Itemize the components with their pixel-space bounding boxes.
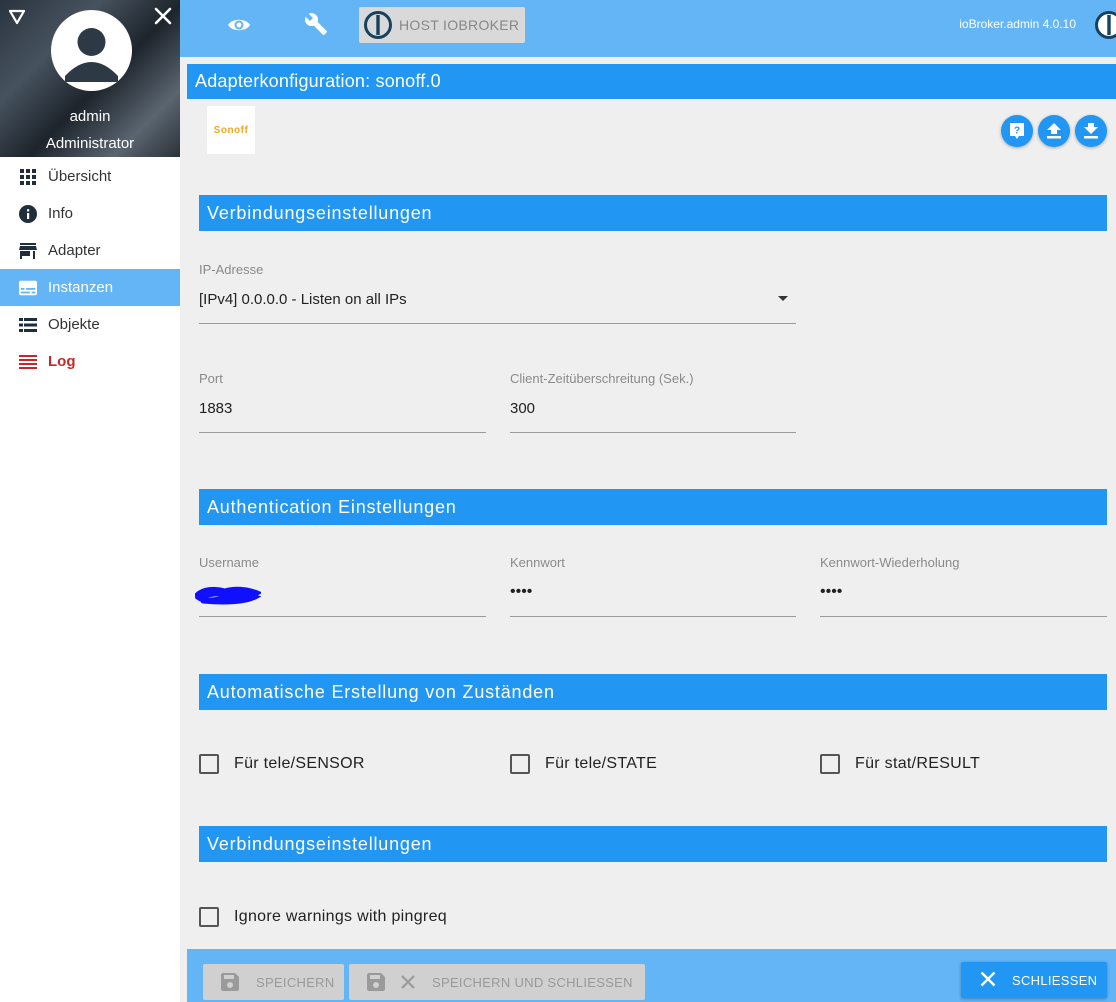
- info-icon: [19, 204, 37, 223]
- top-bar: HOST IOBROKER ioBroker.admin 4.0.10: [180, 0, 1116, 57]
- checkbox-box[interactable]: [199, 754, 219, 774]
- checkbox-ignore-pingreq[interactable]: Ignore warnings with pingreq: [199, 907, 447, 927]
- log-lines-icon: [19, 353, 37, 371]
- timeout-input[interactable]: 300: [510, 400, 535, 417]
- host-button-label: HOST IOBROKER: [399, 17, 520, 33]
- password-repeat-input[interactable]: ••••: [820, 583, 842, 601]
- close-icon: [398, 972, 418, 992]
- checkbox-label: Ignore warnings with pingreq: [234, 908, 447, 925]
- host-selector-button[interactable]: HOST IOBROKER: [359, 7, 525, 43]
- list-icon: [19, 316, 37, 334]
- apps-grid-icon: [19, 168, 37, 186]
- sidebar-item-instances[interactable]: Instanzen: [0, 269, 180, 306]
- checkbox-label: Für tele/SENSOR: [234, 755, 365, 772]
- password-underline: [510, 616, 796, 617]
- redacted-username-scribble[interactable]: [195, 585, 261, 605]
- save-button[interactable]: SPEICHERN: [203, 964, 344, 1000]
- save-button-label: SPEICHERN: [256, 974, 335, 990]
- user-name: admin: [69, 108, 111, 125]
- ip-address-underline: [199, 323, 796, 324]
- timeout-underline: [510, 432, 796, 433]
- iobroker-logo-icon: [364, 11, 392, 39]
- checkbox-stat-result[interactable]: Für stat/RESULT: [820, 754, 980, 774]
- iobroker-logo-icon: [1095, 11, 1116, 39]
- store-icon: [19, 242, 37, 260]
- close-icon: [980, 971, 996, 990]
- port-underline: [199, 432, 486, 433]
- sidebar-item-log[interactable]: Log: [0, 343, 180, 380]
- download-button[interactable]: [1075, 115, 1107, 147]
- checkbox-tele-state[interactable]: Für tele/STATE: [510, 754, 657, 774]
- download-icon: [1084, 123, 1098, 139]
- menu-collapse-icon[interactable]: [8, 8, 26, 26]
- password-repeat-label: Kennwort-Wiederholung: [820, 555, 960, 570]
- checkbox-tele-sensor[interactable]: Für tele/SENSOR: [199, 754, 365, 774]
- avatar[interactable]: [51, 10, 132, 91]
- sidebar-item-adapter[interactable]: Adapter: [0, 232, 180, 269]
- checkbox-label: Für tele/STATE: [545, 755, 658, 772]
- subtitles-icon: [19, 279, 37, 297]
- close-button[interactable]: SCHLIESSEN: [961, 962, 1107, 998]
- sidebar-item-objects[interactable]: Objekte: [0, 306, 180, 343]
- port-input[interactable]: 1883: [199, 400, 232, 417]
- checkbox-box[interactable]: [510, 754, 530, 774]
- sidebar-item-info[interactable]: Info: [0, 195, 180, 232]
- section-header-connection: Verbindungseinstellungen: [199, 195, 1107, 231]
- upload-button[interactable]: [1038, 115, 1070, 147]
- sidebar-item-label: Info: [48, 205, 74, 222]
- page-title: Adapterkonfiguration: sonoff.0: [187, 64, 1116, 99]
- help-button[interactable]: ?: [1001, 115, 1033, 147]
- sidebar-item-label: Übersicht: [48, 168, 112, 185]
- sidebar-item-overview[interactable]: Übersicht: [0, 158, 180, 195]
- checkbox-label: Für stat/RESULT: [855, 755, 981, 772]
- footer-bar: SPEICHERN SPEICHERN UND SCHLIESSEN SCHLI…: [187, 949, 1116, 1002]
- save-icon: [366, 972, 386, 992]
- port-label: Port: [199, 371, 223, 386]
- password-input[interactable]: ••••: [510, 583, 532, 601]
- version-label: ioBroker.admin 4.0.10: [959, 17, 1076, 31]
- username-label: Username: [199, 555, 259, 570]
- sidebar-item-label: Objekte: [48, 316, 100, 333]
- dropdown-arrow-icon[interactable]: [778, 296, 788, 301]
- sidebar: admin Administrator Übersicht Info Adapt…: [0, 0, 180, 1002]
- ip-address-select[interactable]: [IPv4] 0.0.0.0 - Listen on all IPs: [199, 291, 407, 308]
- timeout-label: Client-Zeitüberschreitung (Sek.): [510, 371, 694, 386]
- person-icon: [65, 28, 118, 82]
- sidebar-item-label: Adapter: [48, 242, 101, 259]
- user-role: Administrator: [45, 135, 135, 152]
- user-profile-panel: admin Administrator: [0, 0, 180, 157]
- save-and-close-button-label: SPEICHERN UND SCHLIESSEN: [432, 974, 633, 990]
- sidebar-item-label: Log: [48, 353, 76, 370]
- section-header-auto-states: Automatische Erstellung von Zuständen: [199, 674, 1107, 710]
- close-button-label: SCHLIESSEN: [1012, 972, 1098, 988]
- sidebar-item-label: Instanzen: [48, 279, 114, 296]
- username-underline: [199, 616, 486, 617]
- section-header-authentication: Authentication Einstellungen: [199, 489, 1107, 525]
- ip-address-label: IP-Adresse: [199, 262, 264, 277]
- wrench-icon[interactable]: [304, 12, 328, 36]
- adapter-logo-text: Sonoff: [213, 124, 249, 136]
- eye-icon[interactable]: [227, 13, 251, 37]
- password-label: Kennwort: [510, 555, 565, 570]
- save-and-close-button[interactable]: SPEICHERN UND SCHLIESSEN: [349, 964, 645, 1000]
- upload-icon: [1047, 123, 1061, 139]
- svg-text:?: ?: [1014, 126, 1020, 137]
- close-icon[interactable]: [153, 6, 173, 26]
- checkbox-box[interactable]: [199, 907, 219, 927]
- adapter-logo: Sonoff: [207, 106, 255, 154]
- password-repeat-underline: [820, 616, 1107, 617]
- checkbox-box[interactable]: [820, 754, 840, 774]
- section-header-connection-2: Verbindungseinstellungen: [199, 826, 1107, 862]
- sidebar-nav: Übersicht Info Adapter Instanzen Objekte…: [0, 158, 180, 380]
- help-icon: ?: [1010, 123, 1024, 139]
- save-icon: [220, 972, 240, 992]
